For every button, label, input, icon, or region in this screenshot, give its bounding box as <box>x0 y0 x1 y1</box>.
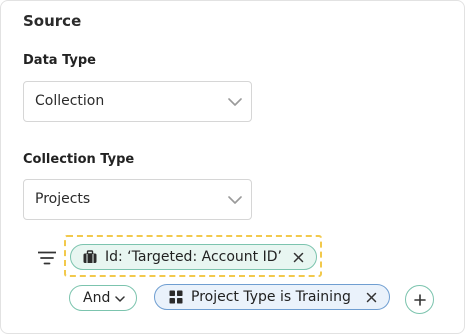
chevron-down-icon <box>228 196 242 204</box>
filter-icon[interactable] <box>38 251 56 265</box>
collection-type-select[interactable]: Projects <box>23 179 252 220</box>
collection-type-label: Collection Type <box>23 152 135 167</box>
filter-chip-project-type-text: Project Type is Training <box>191 289 351 305</box>
section-title: Source <box>23 12 82 30</box>
briefcase-icon <box>83 250 97 263</box>
filter-chip-id[interactable]: Id: ‘Targeted: Account ID’ <box>70 244 317 270</box>
filter-chip-project-type[interactable]: Project Type is Training <box>154 284 390 310</box>
close-icon[interactable] <box>293 252 304 263</box>
operator-value: And <box>83 290 111 306</box>
chevron-down-icon <box>228 98 242 106</box>
data-type-label: Data Type <box>23 53 96 68</box>
source-panel: Source Data Type Collection Collection T… <box>0 0 465 334</box>
collection-type-value: Projects <box>35 191 91 207</box>
data-type-select[interactable]: Collection <box>23 81 252 122</box>
grid-icon <box>169 290 183 304</box>
data-type-value: Collection <box>35 93 105 109</box>
plus-icon <box>414 294 426 306</box>
close-icon[interactable] <box>366 292 377 303</box>
operator-dropdown[interactable]: And <box>69 285 137 311</box>
chevron-down-icon <box>115 296 125 302</box>
add-filter-button[interactable] <box>405 285 434 314</box>
filter-chip-id-text: Id: ‘Targeted: Account ID’ <box>105 249 282 265</box>
